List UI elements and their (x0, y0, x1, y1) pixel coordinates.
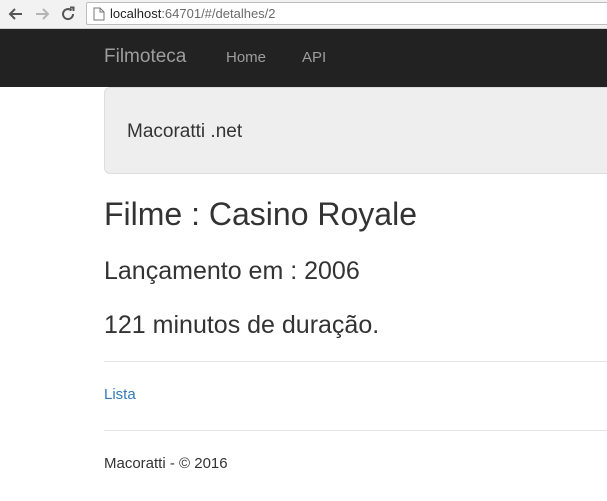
reload-icon (62, 6, 75, 21)
address-bar[interactable]: localhost:64701/#/detalhes/2 (86, 2, 607, 25)
forward-arrow-icon (36, 8, 50, 20)
back-arrow-icon (8, 8, 22, 20)
movie-title: Filme : Casino Royale (104, 196, 417, 232)
url-host: localhost (110, 6, 162, 21)
movie-duration: 121 minutos de duração. (104, 311, 380, 339)
nav-link-api[interactable]: API (302, 49, 326, 66)
browser-toolbar: localhost:64701/#/detalhes/2 (0, 0, 607, 29)
footer-divider (104, 430, 607, 431)
reload-button[interactable] (58, 4, 78, 24)
movie-release: Lançamento em : 2006 (104, 257, 360, 285)
forward-button[interactable] (32, 4, 52, 24)
nav-link-home[interactable]: Home (226, 49, 266, 66)
jumbotron-text: Macoratti .net (127, 121, 243, 142)
list-link[interactable]: Lista (104, 386, 136, 403)
jumbotron: Macoratti .net (104, 87, 607, 174)
divider (104, 361, 607, 362)
back-button[interactable] (6, 4, 26, 24)
url-path: :64701/#/detalhes/2 (161, 6, 276, 21)
navbar-brand[interactable]: Filmoteca (104, 46, 186, 68)
url-text: localhost:64701/#/detalhes/2 (110, 6, 276, 21)
footer-text: Macoratti - © 2016 (104, 455, 228, 472)
navbar: Filmoteca Home API (0, 29, 607, 87)
page-icon (93, 7, 105, 21)
